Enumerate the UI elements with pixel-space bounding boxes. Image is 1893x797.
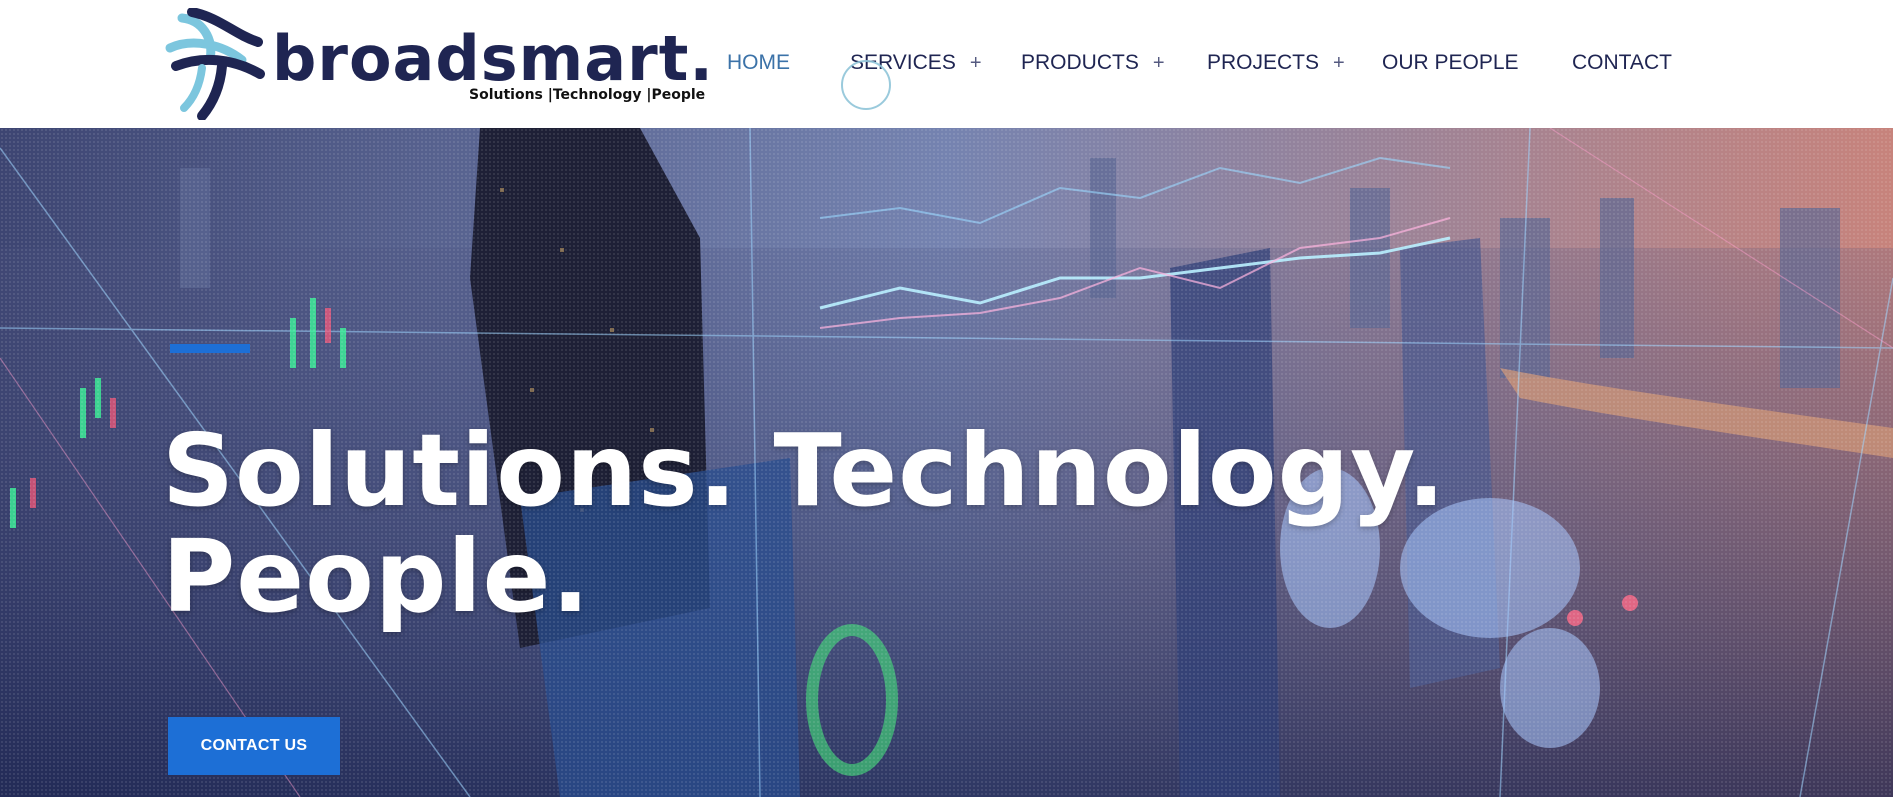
nav-item-our-people[interactable]: OUR PEOPLE <box>1382 48 1519 78</box>
nav-label: HOME <box>727 51 790 74</box>
plus-icon[interactable]: + <box>1333 52 1345 75</box>
site-header: broadsmart. Solutions |Technology |Peopl… <box>0 0 1893 128</box>
hero-accent-bar <box>170 344 250 353</box>
contact-us-button[interactable]: CONTACT US <box>168 717 340 775</box>
hero-title: Solutions. Technology. People. <box>162 418 1562 630</box>
nav-item-contact[interactable]: CONTACT <box>1572 48 1672 78</box>
main-nav: HOME SERVICES + PRODUCTS + PROJECTS + OU… <box>0 0 1893 128</box>
nav-label: OUR PEOPLE <box>1382 51 1519 74</box>
plus-icon[interactable]: + <box>1153 52 1165 75</box>
nav-label: PROJECTS <box>1207 51 1320 74</box>
nav-label: CONTACT <box>1572 51 1672 74</box>
nav-item-home[interactable]: HOME <box>727 48 790 78</box>
hero-title-line-1: Solutions. Technology. <box>162 412 1447 529</box>
hero-banner: Solutions. Technology. People. CONTACT U… <box>0 128 1893 797</box>
nav-item-projects[interactable]: PROJECTS + <box>1207 48 1345 78</box>
nav-label: PRODUCTS <box>1021 51 1139 74</box>
cursor-ring-icon <box>841 60 891 110</box>
nav-item-products[interactable]: PRODUCTS + <box>1021 48 1165 78</box>
plus-icon[interactable]: + <box>970 52 982 75</box>
hero-title-line-2: People. <box>162 518 591 635</box>
